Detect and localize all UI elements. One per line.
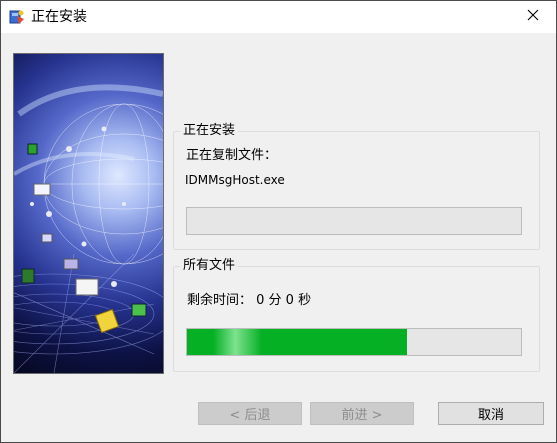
banner-image	[13, 53, 164, 374]
overall-progress-bar	[186, 328, 522, 356]
cancel-button[interactable]: 取消	[438, 402, 544, 425]
close-icon	[527, 9, 539, 25]
window-title: 正在安装	[31, 9, 87, 25]
time-remaining-label: 剩余时间： 0 分 0 秒	[187, 293, 312, 308]
back-button[interactable]: < 后退	[198, 402, 302, 425]
all-files-group: 所有文件 剩余时间： 0 分 0 秒	[173, 258, 540, 372]
file-progress-bar	[186, 207, 522, 235]
next-button[interactable]: 前进 >	[310, 402, 414, 425]
title-bar: 正在安装	[1, 1, 556, 33]
overall-progress-fill	[187, 329, 408, 355]
installer-icon	[8, 8, 26, 26]
current-file-name: IDMMsgHost.exe	[185, 173, 285, 187]
close-button[interactable]	[510, 1, 556, 33]
installer-window: 正在安装 正在安装 正在复制文件： IDMMsgHost.exe 所有文件 剩余…	[0, 0, 557, 443]
current-install-group: 正在安装 正在复制文件： IDMMsgHost.exe	[173, 123, 540, 250]
copying-file-label: 正在复制文件：	[186, 148, 278, 163]
all-files-legend: 所有文件	[180, 258, 239, 274]
current-install-legend: 正在安装	[180, 123, 239, 139]
